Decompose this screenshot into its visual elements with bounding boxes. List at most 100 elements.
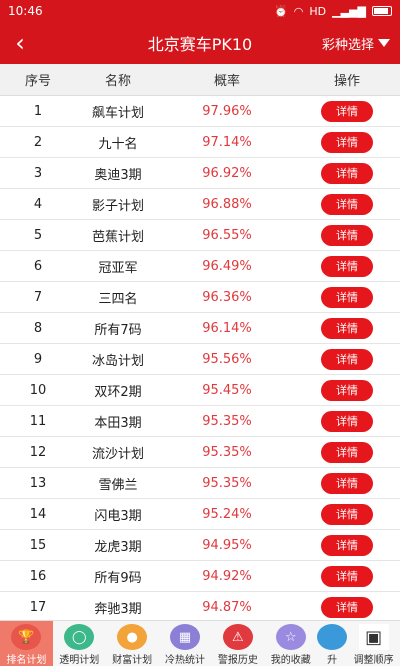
tab-partial[interactable]: 升 [317,621,348,666]
detail-button[interactable]: 详情 [321,131,373,153]
row-operation: 详情 [294,131,400,153]
detail-button[interactable]: 详情 [321,441,373,463]
row-operation: 详情 [294,162,400,184]
row-name: 三四名 [98,291,138,307]
tab-label: 透明计划 [59,655,100,666]
detail-button[interactable]: 详情 [321,317,373,339]
table-row: 3 奥迪3期 96.92% 详情 [0,158,400,189]
row-name: 飙车计划 [91,105,144,121]
tab-star[interactable]: ☆ 我的收藏 [264,621,317,666]
detail-button[interactable]: 详情 [321,596,373,618]
detail-button[interactable]: 详情 [321,286,373,308]
detail-button[interactable]: 详情 [321,503,373,525]
row-operation: 详情 [294,193,400,215]
detail-button[interactable]: 详情 [321,193,373,215]
header-rate: 概率 [213,74,240,89]
row-operation: 详情 [294,348,400,370]
row-index: 7 [33,289,43,305]
row-operation: 详情 [294,100,400,122]
detail-button[interactable]: 详情 [321,162,373,184]
row-rate: 94.95% [202,537,252,553]
wifi-icon: ◠ [293,4,304,18]
row-operation: 详情 [294,565,400,587]
row-name: 龙虎3期 [94,539,142,555]
ring-icon: ◯ [64,624,95,650]
network-label: HD [309,4,327,18]
detail-button[interactable]: 详情 [321,255,373,277]
row-operation: 详情 [294,224,400,246]
table-row: 5 芭蕉计划 96.55% 详情 [0,220,400,251]
row-index: 5 [33,227,43,243]
row-index: 8 [33,320,43,336]
tab-chart[interactable]: ▦ 冷热统计 [159,621,212,666]
tab-label: 警报历史 [217,655,258,666]
row-index: 14 [29,506,47,522]
bottom-tab-bar: 🏆 排名计划 ◯ 透明计划 ● 财富计划 ▦ 冷热统计 ⚠ 警报历史 ☆ 我的收藏 升 ▣ 调整顺序 [0,620,400,666]
table-row: 16 所有9码 94.92% 详情 [0,561,400,592]
row-index: 17 [29,599,47,615]
table-row: 7 三四名 96.36% 详情 [0,282,400,313]
row-name: 雪佛兰 [98,477,138,493]
row-name: 闪电3期 [94,508,142,524]
tab-label: 冷热统计 [165,655,205,666]
table-row: 10 双环2期 95.45% 详情 [0,375,400,406]
detail-button[interactable]: 详情 [321,565,373,587]
row-index: 1 [33,103,43,119]
row-rate: 94.92% [202,568,252,584]
signal-icon: ▁▃▅▇ [332,4,366,18]
detail-button[interactable]: 详情 [321,100,373,122]
row-operation: 详情 [294,472,400,494]
table-row: 13 雪佛兰 95.35% 详情 [0,468,400,499]
table-row: 6 冠亚军 96.49% 详情 [0,251,400,282]
lottery-select-button[interactable]: 彩种选择 [322,34,390,53]
back-icon[interactable]: ‹ [0,22,40,64]
detail-button[interactable]: 详情 [321,472,373,494]
table-row: 1 飙车计划 97.96% 详情 [0,96,400,127]
tab-alarm[interactable]: ⚠ 警报历史 [211,621,264,666]
tab-coins[interactable]: ● 财富计划 [106,621,159,666]
alarm-icon: ⏰ [274,4,288,18]
row-index: 16 [29,568,47,584]
row-rate: 96.49% [202,258,252,274]
row-operation: 详情 [294,317,400,339]
table-row: 8 所有7码 96.14% 详情 [0,313,400,344]
row-index: 2 [33,134,43,150]
lottery-select-label: 彩种选择 [321,37,374,53]
tab-grid[interactable]: ▣ 调整顺序 [347,621,400,666]
detail-button[interactable]: 详情 [321,410,373,432]
table-row: 15 龙虎3期 94.95% 详情 [0,530,400,561]
row-rate: 95.35% [202,475,252,491]
tab-label: 我的收藏 [270,655,311,666]
row-rate: 95.24% [202,506,252,522]
row-operation: 详情 [294,255,400,277]
row-index: 15 [29,537,47,553]
detail-button[interactable]: 详情 [321,379,373,401]
row-name: 流沙计划 [91,446,144,462]
row-rate: 94.87% [202,599,252,615]
table-row: 11 本田3期 95.35% 详情 [0,406,400,437]
detail-button[interactable]: 详情 [321,348,373,370]
row-name: 九十名 [98,136,138,152]
row-rate: 96.55% [202,227,252,243]
table-header: 序号 名称 概率 操作 [0,64,400,96]
header-operation: 操作 [333,74,360,89]
row-rate: 96.14% [202,320,252,336]
row-index: 12 [29,444,47,460]
alarm-icon: ⚠ [222,624,253,650]
tab-trophy[interactable]: 🏆 排名计划 [0,621,53,666]
row-index: 9 [33,351,43,367]
table-row: 14 闪电3期 95.24% 详情 [0,499,400,530]
plan-list: 1 飙车计划 97.96% 详情 2 九十名 97.14% 详情 3 奥迪3期 96.92% 详情 4 影… [0,96,400,623]
partial-icon [317,624,348,650]
detail-button[interactable]: 详情 [321,224,373,246]
row-rate: 95.35% [202,413,252,429]
battery-icon [372,6,392,16]
tab-ring[interactable]: ◯ 透明计划 [53,621,106,666]
row-operation: 详情 [294,286,400,308]
coins-icon: ● [117,624,148,650]
detail-button[interactable]: 详情 [321,534,373,556]
table-row: 9 冰岛计划 95.56% 详情 [0,344,400,375]
row-rate: 96.88% [202,196,252,212]
tab-label: 调整顺序 [353,655,394,666]
star-icon: ☆ [275,624,306,650]
